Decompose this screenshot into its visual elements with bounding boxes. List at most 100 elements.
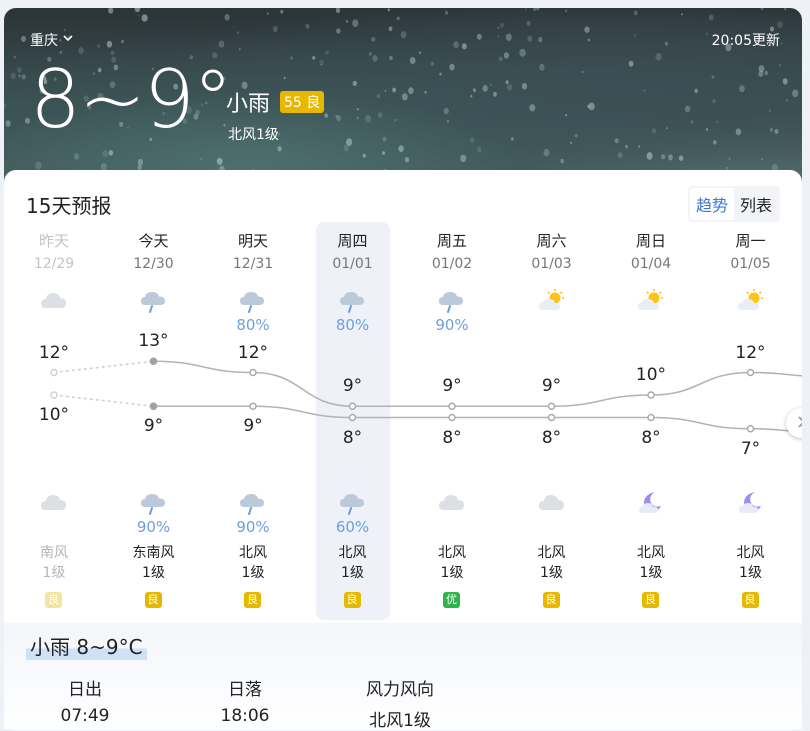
day-date: 01/05 [730,256,771,272]
raindrop [305,23,310,29]
day-aqi-badge: 优 [443,592,460,608]
raindrop [690,120,694,124]
current-wind: 北风1级 [228,127,279,143]
update-time: 20:05更新 [711,33,780,49]
raindrop [424,90,427,94]
raindrop [760,8,764,11]
low-temp-point [547,413,556,422]
raindrop [312,56,316,60]
raindrop [666,127,668,130]
raindrop [394,118,397,122]
raindrop [758,70,764,77]
raindrop [21,35,26,42]
day-low-temp: 8° [541,427,562,448]
day-date: 01/02 [431,256,473,272]
raindrop [764,70,769,76]
raindrop [419,51,422,54]
raindrop [18,74,21,78]
toggle-trend[interactable]: 趋势 [689,188,734,220]
day-weekday: 周五 [436,232,467,250]
raindrop [774,129,779,134]
day-aqi-badge: 良 [542,592,560,608]
raindrop [108,8,114,14]
day-aqi-badge: 良 [144,592,162,608]
raindrop [761,157,764,161]
day-aqi-badge: 良 [244,592,261,608]
raindrop [346,138,353,147]
raindrop [565,113,568,117]
raindrop [369,52,372,56]
raindrop [476,33,482,40]
high-temp-point [149,357,158,366]
raindrop [477,146,482,153]
raindrop [283,76,286,80]
forecast-title: 15天预报 [26,194,112,218]
raindrop [346,20,349,23]
raindrop [716,120,719,123]
raindrop [678,155,684,161]
day-wind-direction: 北风 [736,545,765,561]
raindrop [511,137,514,141]
city-selector[interactable]: 重庆 [30,30,74,50]
low-temp-point [249,402,257,410]
sun-cloud-icon [601,288,701,314]
raindrop [655,52,662,61]
night-precip-chance: 60% [335,518,370,536]
raindrop [336,28,341,34]
aqi-badge[interactable]: 55 良 [280,91,325,113]
raindrop [584,26,590,33]
raindrop [449,63,455,71]
raindrop [735,128,742,136]
raindrop [497,35,500,38]
toggle-list[interactable]: 列表 [734,188,778,220]
raindrop [780,42,783,45]
raindrop [137,158,143,166]
raindrop [778,63,782,67]
raindrop [272,25,278,33]
day-wind-level: 1级 [540,565,563,581]
raindrop [17,67,22,73]
cloud-icon [402,490,502,516]
current-condition: 小雨 [226,92,271,117]
forecast-columns: 昨天 12/29 12° 10° 南风 1级良 今天 12/30 13° 9° 90% 东南风 1级良 明… [4,230,802,610]
raindrop [372,55,378,62]
day-weekday: 昨天 [38,232,69,250]
raindrop [470,137,474,143]
raindrop [498,56,503,62]
raindrop [646,152,653,160]
raindrop [236,31,239,35]
day-high-temp: 12° [237,342,269,363]
raindrop [444,10,449,15]
raindrop [35,161,42,170]
day-weekday: 周六 [536,232,567,250]
day-low-temp: 10° [38,405,70,425]
sunrise-label: 日出 [68,680,102,700]
wind-info: 风力风向 北风1级 [360,675,440,731]
raindrop [443,107,449,115]
day-weekday: 周日 [635,232,666,250]
raindrop [356,116,359,119]
rain-cloud-icon [303,288,403,314]
sun-cloud-icon [701,288,801,314]
sunrise-value: 07:49 [60,706,110,726]
day-date: 12/31 [232,256,274,272]
cloud-icon [4,490,104,516]
day-wind-direction: 北风 [338,545,367,561]
raindrop [266,12,269,15]
raindrop [398,145,404,153]
raindrop [527,35,533,42]
raindrop [137,14,140,17]
day-precip-chance: 80% [236,316,270,334]
city-name: 重庆 [30,33,58,49]
raindrop [343,144,349,152]
rain-cloud-icon [402,288,502,314]
low-temp-point [149,402,158,411]
raindrop [408,87,414,95]
rain-cloud-icon [104,490,204,516]
raindrop [392,87,396,93]
raindrop [617,152,623,159]
day-wind-level: 1级 [42,565,66,581]
day-aqi-badge: 良 [741,592,759,608]
raindrop [708,14,714,21]
day-high-temp: 10° [635,365,667,385]
